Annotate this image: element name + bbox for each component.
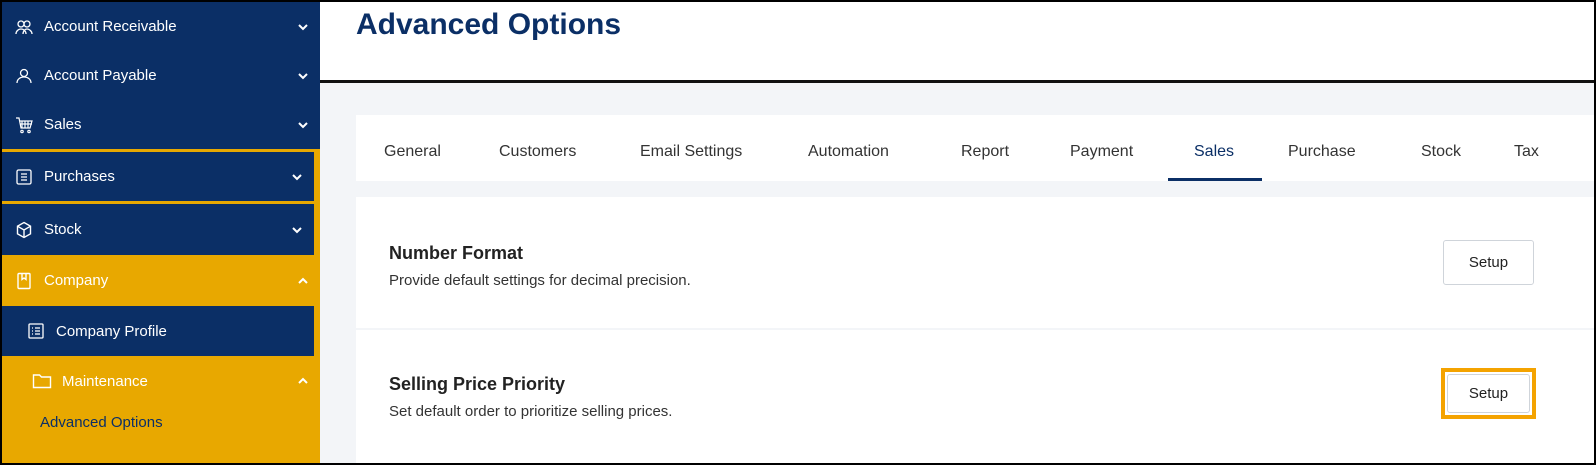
chevron-down-icon[interactable] <box>290 170 304 184</box>
users-icon <box>14 17 34 37</box>
tab-stock[interactable]: Stock <box>1421 143 1461 161</box>
card-title: Selling Price Priority <box>389 374 566 394</box>
sidebar: Account Receivable Account Payable Sales… <box>2 2 320 463</box>
chevron-down-icon[interactable] <box>296 118 310 132</box>
tab-customers[interactable]: Customers <box>499 143 576 161</box>
sidebar-link-advanced-options[interactable]: Advanced Options <box>40 414 163 431</box>
chevron-down-icon[interactable] <box>290 223 304 237</box>
active-tab-indicator <box>1168 178 1262 181</box>
app-window: Account Receivable Account Payable Sales… <box>0 0 1596 465</box>
tab-bar: General Customers Email Settings Automat… <box>356 115 1594 181</box>
setting-card-number-format: Number Format Provide default settings f… <box>356 197 1594 328</box>
chevron-up-icon[interactable] <box>296 274 310 288</box>
chevron-down-icon[interactable] <box>296 20 310 34</box>
sidebar-item-label: Account Receivable <box>44 18 177 35</box>
user-icon <box>14 66 34 86</box>
sidebar-item-maintenance[interactable]: Maintenance <box>2 356 320 406</box>
tab-payment[interactable]: Payment <box>1070 143 1133 161</box>
sidebar-item-label: Stock <box>44 221 82 238</box>
box-icon <box>14 220 34 240</box>
tab-sales[interactable]: Sales <box>1194 143 1234 161</box>
receipt-icon <box>14 167 34 187</box>
content-area: General Customers Email Settings Automat… <box>320 83 1594 463</box>
sidebar-item-account-payable[interactable]: Account Payable <box>2 51 320 100</box>
sidebar-item-account-receivable[interactable]: Account Receivable <box>2 2 320 51</box>
sidebar-item-company[interactable]: Company <box>2 255 320 306</box>
setting-card-selling-price-priority: Selling Price Priority Set default order… <box>356 330 1594 463</box>
setup-button[interactable]: Setup <box>1443 240 1534 285</box>
page-title: Advanced Options <box>356 8 622 41</box>
sidebar-item-label: Sales <box>44 116 82 133</box>
sidebar-item-label: Company Profile <box>56 322 167 340</box>
main-panel: Advanced Options General Customers Email… <box>320 2 1594 463</box>
sidebar-item-stock[interactable]: Stock <box>2 204 314 255</box>
tab-general[interactable]: General <box>384 143 441 161</box>
sidebar-item-label: Purchases <box>44 168 115 185</box>
profile-list-icon <box>26 321 46 341</box>
card-description: Set default order to prioritize selling … <box>389 403 673 420</box>
tab-automation[interactable]: Automation <box>808 143 889 161</box>
tab-purchase[interactable]: Purchase <box>1288 143 1356 161</box>
sidebar-item-sales[interactable]: Sales <box>2 100 320 149</box>
sidebar-item-purchases[interactable]: Purchases <box>2 152 314 201</box>
chevron-up-icon[interactable] <box>296 374 310 388</box>
chevron-down-icon[interactable] <box>296 69 310 83</box>
card-title: Number Format <box>389 243 524 263</box>
sidebar-item-company-profile[interactable]: Company Profile <box>2 306 314 356</box>
tab-email-settings[interactable]: Email Settings <box>640 143 742 161</box>
bookmark-icon <box>14 271 34 291</box>
tab-tax[interactable]: Tax <box>1514 143 1539 161</box>
tab-report[interactable]: Report <box>961 143 1009 161</box>
card-description: Provide default settings for decimal pre… <box>389 272 691 289</box>
setup-button[interactable]: Setup <box>1447 374 1530 413</box>
cart-icon <box>14 115 34 135</box>
sidebar-item-label: Company <box>44 272 109 289</box>
folder-icon <box>32 371 52 391</box>
sidebar-item-label: Account Payable <box>44 67 157 84</box>
sidebar-item-label: Maintenance <box>62 372 148 390</box>
